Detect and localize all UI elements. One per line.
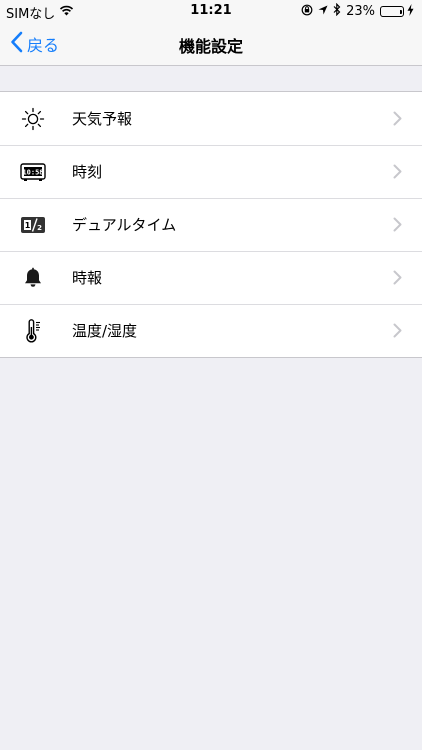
menu-item-label: 時刻	[72, 163, 103, 181]
menu-item-dual-time[interactable]: 1 2 デュアルタイム	[0, 198, 422, 251]
battery-percent: 23%	[346, 4, 375, 19]
menu-item-weather[interactable]: 天気予報	[0, 92, 422, 145]
charging-icon	[407, 3, 414, 20]
chevron-right-icon	[393, 217, 402, 236]
chevron-right-icon	[393, 164, 402, 183]
menu-item-label: 天気予報	[72, 110, 133, 128]
menu-item-label: デュアルタイム	[72, 216, 177, 234]
thermometer-icon	[18, 317, 48, 345]
menu-item-label: 温度/湿度	[72, 322, 138, 340]
settings-list: 天気予報 10:58 時刻 1 2 デュアルタイム 時報 温度/湿度	[0, 91, 422, 358]
bell-icon	[18, 264, 48, 292]
page-title: 機能設定	[178, 37, 243, 56]
chevron-right-icon	[393, 323, 402, 342]
menu-item-time-signal[interactable]: 時報	[0, 251, 422, 304]
navigation-bar: 戻る 機能設定	[0, 22, 422, 66]
chevron-right-icon	[393, 270, 402, 289]
menu-item-label: 時報	[72, 269, 103, 287]
menu-item-temperature-humidity[interactable]: 温度/湿度	[0, 304, 422, 357]
sun-icon	[18, 105, 48, 133]
rotation-lock-icon	[301, 4, 313, 20]
svg-text:2: 2	[37, 224, 42, 232]
clock-display-icon: 10:58	[18, 158, 48, 186]
location-icon	[318, 4, 328, 19]
status-bar: SIMなし 11:21 23%	[0, 0, 422, 22]
bluetooth-icon	[333, 2, 341, 20]
battery-icon	[380, 6, 404, 17]
status-right: 23%	[301, 2, 414, 20]
chevron-right-icon	[393, 111, 402, 130]
menu-item-time[interactable]: 10:58 時刻	[0, 145, 422, 198]
dual-time-icon: 1 2	[18, 211, 48, 239]
svg-text:1: 1	[25, 221, 31, 230]
svg-text:10:58: 10:58	[22, 168, 43, 176]
